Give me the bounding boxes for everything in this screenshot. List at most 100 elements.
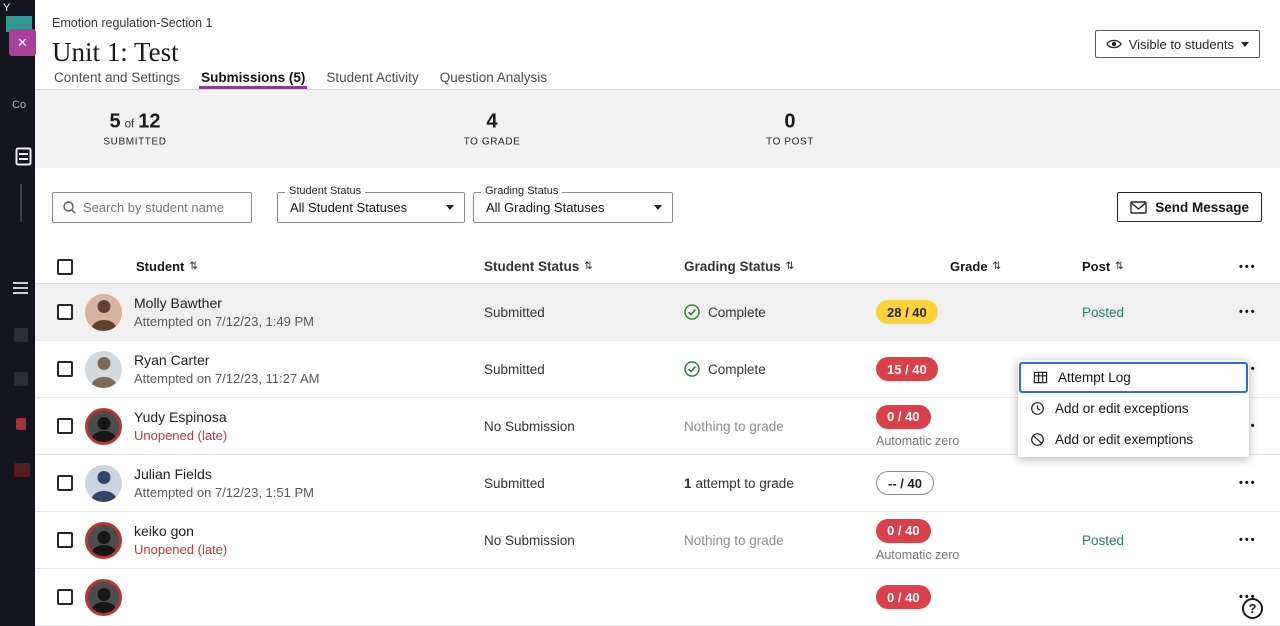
grade-pill[interactable]: 28 / 40 — [876, 300, 938, 324]
stat-to-post-count: 0 — [784, 111, 795, 134]
tab-student-activity[interactable]: Student Activity — [324, 68, 420, 89]
grade-cell: -- / 40 — [869, 471, 1075, 495]
stats-band: 5 of 12 SUBMITTED 4 TO GRADE 0 TO POST — [35, 90, 1280, 168]
complete-check-icon — [684, 304, 700, 320]
main-panel: Emotion regulation-Section 1 Unit 1: Tes… — [35, 0, 1280, 626]
student-status-value: Submitted — [484, 305, 684, 320]
grade-pill[interactable]: 0 / 40 — [876, 519, 931, 543]
filter-bar: Student Status All Student Statuses Grad… — [35, 168, 1280, 224]
rail-icon-red[interactable] — [16, 418, 26, 430]
column-header-student-status[interactable]: Student Status⇅ — [484, 259, 684, 274]
row-checkbox[interactable] — [57, 475, 73, 491]
grade-pill[interactable]: 15 / 40 — [876, 357, 938, 381]
assessment-panel-page: Y ✕ Co Emotion regulation-Section 1 Unit… — [0, 0, 1280, 626]
grade-cell: 28 / 40 — [869, 300, 1075, 324]
rail-partial-text-top: Y — [3, 2, 10, 14]
row-overflow-menu-button[interactable]: ••• — [1239, 306, 1280, 318]
student-name[interactable]: Julian Fields — [134, 466, 314, 482]
sort-icon[interactable]: ⇅ — [1115, 261, 1123, 272]
student-status-dropdown-value: All Student Statuses — [290, 200, 407, 215]
clock-icon — [1030, 401, 1045, 416]
student-status-value: No Submission — [484, 533, 684, 548]
sort-icon[interactable]: ⇅ — [584, 261, 592, 272]
table-overflow-menu-button[interactable]: ••• — [1239, 261, 1280, 273]
stat-to-post: 0 TO POST — [766, 111, 814, 148]
row-checkbox[interactable] — [57, 532, 73, 548]
visibility-dropdown-button[interactable]: Visible to students — [1095, 30, 1260, 58]
envelope-icon — [1130, 201, 1147, 214]
post-status[interactable]: Posted — [1075, 533, 1235, 548]
post-status[interactable]: Posted — [1075, 305, 1235, 320]
column-header-grading-status[interactable]: Grading Status⇅ — [684, 259, 869, 274]
menu-item-label: Attempt Log — [1058, 370, 1131, 385]
gradebook-icon[interactable] — [15, 147, 32, 171]
rail-icon-dim-1[interactable] — [14, 328, 28, 342]
row-checkbox[interactable] — [57, 418, 73, 434]
grading-count: 1 — [684, 476, 692, 491]
row-checkbox[interactable] — [57, 361, 73, 377]
attempt-info: Unopened (late) — [134, 542, 227, 557]
attempt-info: Attempted on 7/12/23, 1:51 PM — [134, 485, 314, 500]
grade-note: Automatic zero — [876, 434, 959, 448]
stat-submitted: 5 of 12 SUBMITTED — [103, 111, 166, 148]
student-avatar — [85, 579, 122, 616]
select-all-checkbox[interactable] — [57, 259, 73, 275]
sort-icon[interactable]: ⇅ — [993, 261, 1001, 272]
help-button[interactable]: ? — [1242, 598, 1263, 619]
rail-partial-text-mid: Co — [12, 99, 26, 111]
student-name[interactable]: Yudy Espinosa — [134, 409, 227, 425]
student-search — [52, 192, 252, 223]
tab-content-and-settings[interactable]: Content and Settings — [52, 68, 182, 89]
panel-close-button[interactable]: ✕ — [9, 29, 36, 56]
grade-pill[interactable]: -- / 40 — [876, 471, 934, 495]
grade-note: Automatic zero — [876, 548, 959, 562]
menu-item-add-exemptions[interactable]: Add or edit exemptions — [1018, 424, 1249, 455]
student-name[interactable]: Molly Bawther — [134, 295, 314, 311]
sort-icon[interactable]: ⇅ — [786, 261, 794, 272]
grading-status-dropdown-value: All Grading Statuses — [486, 200, 605, 215]
column-header-student[interactable]: Student⇅ — [85, 259, 484, 274]
attempt-info: Attempted on 7/12/23, 1:49 PM — [134, 314, 314, 329]
row-overflow-menu-button[interactable]: ••• — [1239, 534, 1280, 546]
grading-status-dropdown[interactable]: Grading Status All Grading Statuses — [473, 192, 673, 223]
tab-question-analysis[interactable]: Question Analysis — [438, 68, 549, 89]
student-status-value: No Submission — [484, 419, 684, 434]
stat-submitted-count: 5 — [110, 111, 121, 134]
menu-item-add-exceptions[interactable]: Add or edit exceptions — [1018, 393, 1249, 424]
grading-text: Nothing to grade — [684, 533, 784, 548]
student-avatar — [85, 465, 122, 502]
search-icon — [62, 200, 77, 215]
panel-header: Emotion regulation-Section 1 Unit 1: Tes… — [35, 0, 1280, 68]
tab-submissions[interactable]: Submissions (5) — [199, 68, 307, 89]
grade-pill[interactable]: 0 / 40 — [876, 585, 931, 609]
row-overflow-menu-button[interactable]: ••• — [1239, 477, 1280, 489]
send-message-button[interactable]: Send Message — [1117, 192, 1262, 222]
menu-item-label: Add or edit exceptions — [1055, 401, 1189, 416]
student-status-dropdown[interactable]: Student Status All Student Statuses — [277, 192, 465, 223]
attempt-info: Unopened (late) — [134, 428, 227, 443]
row-context-menu: Attempt Log Add or edit exceptions Add o… — [1018, 360, 1249, 457]
rail-divider — [20, 184, 22, 222]
search-input[interactable] — [77, 200, 251, 215]
stat-to-grade-count: 4 — [486, 111, 497, 134]
row-checkbox[interactable] — [57, 589, 73, 605]
menu-lines-icon[interactable] — [13, 282, 28, 294]
stat-submitted-total: 12 — [138, 111, 160, 134]
column-header-post[interactable]: Post⇅ — [1075, 259, 1235, 274]
row-checkbox[interactable] — [57, 304, 73, 320]
menu-item-attempt-log[interactable]: Attempt Log — [1019, 362, 1248, 393]
table-row: Molly Bawther Attempted on 7/12/23, 1:49… — [35, 284, 1280, 341]
course-context-title: Emotion regulation-Section 1 — [52, 16, 1260, 30]
chevron-down-icon — [446, 205, 454, 210]
attempt-log-icon — [1033, 370, 1048, 385]
rail-icon-darkred[interactable] — [14, 463, 30, 477]
column-header-grade[interactable]: Grade⇅ — [869, 259, 1075, 274]
sort-icon[interactable]: ⇅ — [189, 261, 197, 272]
chevron-down-icon — [1241, 42, 1249, 47]
grading-text: Complete — [708, 362, 766, 377]
stat-to-grade: 4 TO GRADE — [464, 111, 521, 148]
grade-pill[interactable]: 0 / 40 — [876, 405, 931, 429]
rail-icon-dim-2[interactable] — [14, 372, 28, 386]
student-name[interactable]: Ryan Carter — [134, 352, 320, 368]
student-name[interactable]: keiko gon — [134, 523, 227, 539]
